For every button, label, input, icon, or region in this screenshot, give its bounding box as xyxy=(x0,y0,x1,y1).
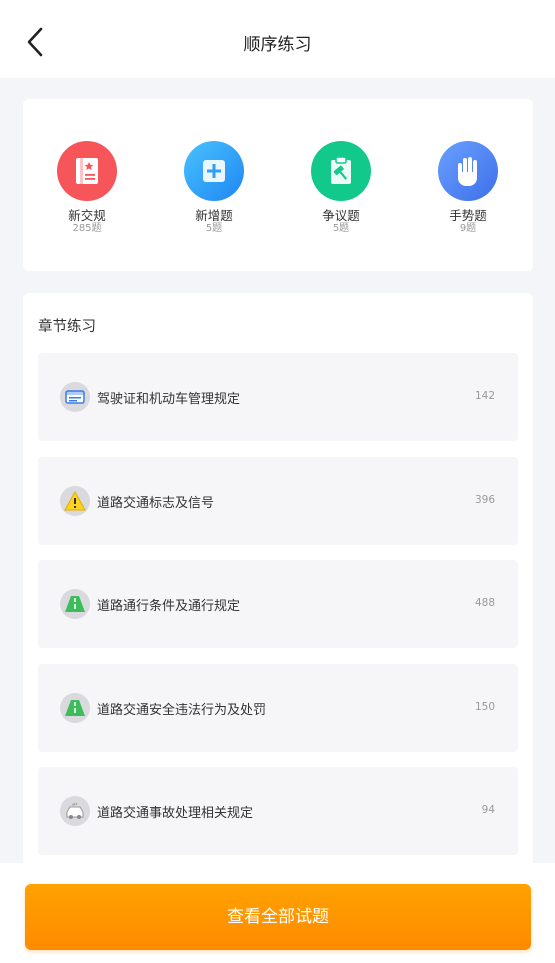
category-name: 手势题 xyxy=(449,208,487,223)
road-icon xyxy=(60,589,90,619)
category-name: 争议题 xyxy=(322,208,360,223)
chapter-card: 章节练习 驾驶证和机动车管理规定 142 道路交通标志及信号 396 道路通行条… xyxy=(23,293,533,933)
plus-icon xyxy=(184,141,244,201)
book-icon xyxy=(57,141,117,201)
chapter-row[interactable]: 道路交通事故处理相关规定 94 xyxy=(38,767,518,855)
category-count: 9题 xyxy=(459,223,477,234)
chapter-row[interactable]: 道路通行条件及通行规定 488 xyxy=(38,560,518,648)
chapter-row[interactable]: 驾驶证和机动车管理规定 142 xyxy=(38,353,518,441)
license-icon xyxy=(60,382,90,412)
chapter-label: 驾驶证和机动车管理规定 xyxy=(97,392,241,407)
category-card: 新交规 285题 新增题 5题 争议题 5题 手势题 9题 xyxy=(23,99,533,271)
section-title: 章节练习 xyxy=(38,319,96,335)
category-count: 5题 xyxy=(205,223,223,234)
chapter-count: 150 xyxy=(474,701,495,713)
top-bar: 顺序练习 xyxy=(0,0,555,78)
chapter-count: 396 xyxy=(474,494,495,506)
chapter-label: 道路通行条件及通行规定 xyxy=(97,599,241,614)
category-name: 新增题 xyxy=(195,208,233,223)
category-gestures[interactable]: 手势题 9题 xyxy=(418,141,518,235)
view-all-questions-button[interactable]: 查看全部试题 xyxy=(25,884,531,950)
road-icon xyxy=(60,693,90,723)
chapter-label: 道路交通安全违法行为及处罚 xyxy=(97,703,267,718)
category-new-questions[interactable]: 新增题 5题 xyxy=(164,141,264,235)
category-disputed[interactable]: 争议题 5题 xyxy=(291,141,391,235)
chapter-count: 94 xyxy=(481,804,495,816)
car-accident-icon xyxy=(60,796,90,826)
chapter-count: 142 xyxy=(474,390,495,402)
chapter-row[interactable]: 道路交通标志及信号 396 xyxy=(38,457,518,545)
category-new-rules[interactable]: 新交规 285题 xyxy=(37,141,137,235)
category-name: 新交规 xyxy=(68,208,106,223)
bottom-bar: 查看全部试题 xyxy=(0,863,555,963)
category-count: 5题 xyxy=(332,223,350,234)
warning-icon xyxy=(60,486,90,516)
chapter-label: 道路交通标志及信号 xyxy=(97,496,215,511)
chapter-label: 道路交通事故处理相关规定 xyxy=(97,806,254,821)
hand-icon xyxy=(438,141,498,201)
chapter-count: 488 xyxy=(474,597,495,609)
category-count: 285题 xyxy=(72,223,102,234)
chapter-row[interactable]: 道路交通安全违法行为及处罚 150 xyxy=(38,664,518,752)
page-title: 顺序练习 xyxy=(243,35,312,55)
clipboard-hammer-icon xyxy=(311,141,371,201)
